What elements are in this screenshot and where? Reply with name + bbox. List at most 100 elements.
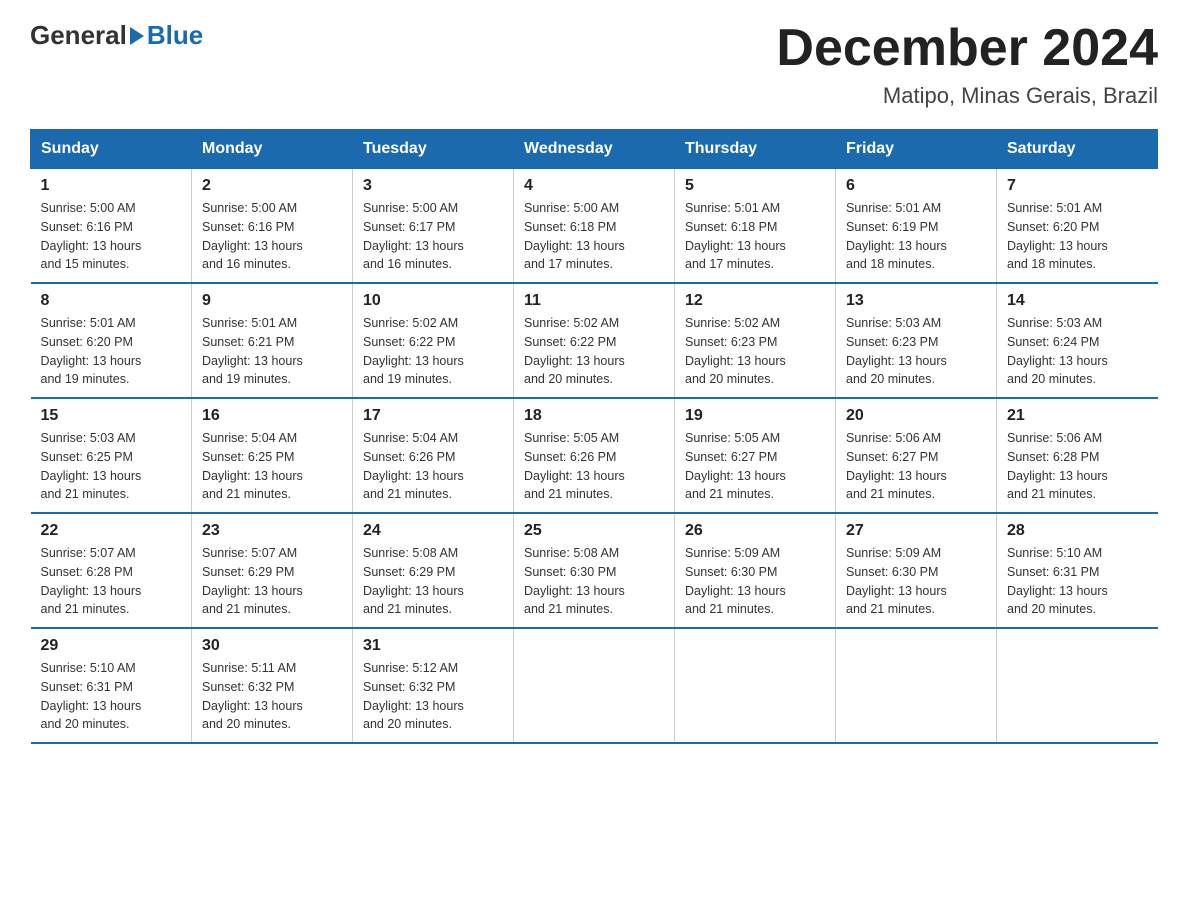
day-info: Sunrise: 5:06 AMSunset: 6:28 PMDaylight:… [1007, 429, 1148, 504]
calendar-table: SundayMondayTuesdayWednesdayThursdayFrid… [30, 129, 1158, 744]
calendar-cell: 6Sunrise: 5:01 AMSunset: 6:19 PMDaylight… [836, 169, 997, 284]
header-day-sunday: Sunday [31, 130, 192, 169]
day-number: 4 [524, 177, 664, 195]
day-info: Sunrise: 5:00 AMSunset: 6:16 PMDaylight:… [41, 199, 182, 274]
day-info: Sunrise: 5:01 AMSunset: 6:19 PMDaylight:… [846, 199, 986, 274]
calendar-cell: 20Sunrise: 5:06 AMSunset: 6:27 PMDayligh… [836, 398, 997, 513]
day-number: 30 [202, 637, 342, 655]
day-info: Sunrise: 5:09 AMSunset: 6:30 PMDaylight:… [685, 544, 825, 619]
calendar-cell: 4 Sunrise: 5:00 AMSunset: 6:18 PMDaylight… [514, 169, 675, 284]
logo-triangle-icon [130, 27, 144, 45]
title-section: December 2024 Matipo, Minas Gerais, Braz… [776, 20, 1158, 109]
day-number: 21 [1007, 407, 1148, 425]
calendar-cell: 25Sunrise: 5:08 AMSunset: 6:30 PMDayligh… [514, 513, 675, 628]
day-info: Sunrise: 5:10 AMSunset: 6:31 PMDaylight:… [41, 659, 182, 734]
calendar-cell: 5 Sunrise: 5:01 AMSunset: 6:18 PMDaylight… [675, 169, 836, 284]
day-number: 1 [41, 177, 182, 195]
day-number: 18 [524, 407, 664, 425]
day-info: Sunrise: 5:08 AMSunset: 6:29 PMDaylight:… [363, 544, 503, 619]
day-info: Sunrise: 5:03 AMSunset: 6:25 PMDaylight:… [41, 429, 182, 504]
calendar-week-row: 22 Sunrise: 5:07 AMSunset: 6:28 PMDayligh… [31, 513, 1158, 628]
day-number: 5 [685, 177, 825, 195]
calendar-title: December 2024 [776, 20, 1158, 77]
calendar-week-row: 29 Sunrise: 5:10 AMSunset: 6:31 PMDayligh… [31, 628, 1158, 743]
day-number: 14 [1007, 292, 1148, 310]
day-number: 8 [41, 292, 182, 310]
calendar-cell: 28 Sunrise: 5:10 AMSunset: 6:31 PMDayligh… [997, 513, 1158, 628]
calendar-cell [997, 628, 1158, 743]
calendar-cell: 8 Sunrise: 5:01 AMSunset: 6:20 PMDaylight… [31, 283, 192, 398]
day-info: Sunrise: 5:00 AMSunset: 6:16 PMDaylight:… [202, 199, 342, 274]
day-number: 2 [202, 177, 342, 195]
logo-blue-text: Blue [147, 20, 203, 51]
day-info: Sunrise: 5:00 AMSunset: 6:17 PMDaylight:… [363, 199, 503, 274]
calendar-cell: 11 Sunrise: 5:02 AMSunset: 6:22 PMDayligh… [514, 283, 675, 398]
page-header: General Blue December 2024 Matipo, Minas… [30, 20, 1158, 109]
day-number: 12 [685, 292, 825, 310]
day-info: Sunrise: 5:01 AMSunset: 6:20 PMDaylight:… [1007, 199, 1148, 274]
day-info: Sunrise: 5:04 AMSunset: 6:25 PMDaylight:… [202, 429, 342, 504]
day-info: Sunrise: 5:11 AMSunset: 6:32 PMDaylight:… [202, 659, 342, 734]
day-info: Sunrise: 5:12 AMSunset: 6:32 PMDaylight:… [363, 659, 503, 734]
day-number: 22 [41, 522, 182, 540]
day-info: Sunrise: 5:09 AMSunset: 6:30 PMDaylight:… [846, 544, 986, 619]
header-day-saturday: Saturday [997, 130, 1158, 169]
calendar-cell: 1 Sunrise: 5:00 AMSunset: 6:16 PMDaylight… [31, 169, 192, 284]
day-number: 29 [41, 637, 182, 655]
header-day-friday: Friday [836, 130, 997, 169]
header-day-tuesday: Tuesday [353, 130, 514, 169]
day-info: Sunrise: 5:01 AMSunset: 6:18 PMDaylight:… [685, 199, 825, 274]
day-info: Sunrise: 5:07 AMSunset: 6:28 PMDaylight:… [41, 544, 182, 619]
day-number: 17 [363, 407, 503, 425]
header-day-monday: Monday [192, 130, 353, 169]
calendar-header-row: SundayMondayTuesdayWednesdayThursdayFrid… [31, 130, 1158, 169]
day-number: 9 [202, 292, 342, 310]
day-info: Sunrise: 5:08 AMSunset: 6:30 PMDaylight:… [524, 544, 664, 619]
calendar-subtitle: Matipo, Minas Gerais, Brazil [776, 83, 1158, 109]
day-info: Sunrise: 5:10 AMSunset: 6:31 PMDaylight:… [1007, 544, 1148, 619]
day-number: 11 [524, 292, 664, 310]
day-info: Sunrise: 5:01 AMSunset: 6:21 PMDaylight:… [202, 314, 342, 389]
day-info: Sunrise: 5:04 AMSunset: 6:26 PMDaylight:… [363, 429, 503, 504]
logo-general-text: General [30, 20, 127, 51]
day-info: Sunrise: 5:03 AMSunset: 6:24 PMDaylight:… [1007, 314, 1148, 389]
calendar-cell: 31 Sunrise: 5:12 AMSunset: 6:32 PMDayligh… [353, 628, 514, 743]
calendar-cell: 18Sunrise: 5:05 AMSunset: 6:26 PMDayligh… [514, 398, 675, 513]
day-info: Sunrise: 5:03 AMSunset: 6:23 PMDaylight:… [846, 314, 986, 389]
day-number: 10 [363, 292, 503, 310]
calendar-cell: 22 Sunrise: 5:07 AMSunset: 6:28 PMDayligh… [31, 513, 192, 628]
calendar-cell: 24 Sunrise: 5:08 AMSunset: 6:29 PMDayligh… [353, 513, 514, 628]
day-info: Sunrise: 5:07 AMSunset: 6:29 PMDaylight:… [202, 544, 342, 619]
calendar-cell: 29 Sunrise: 5:10 AMSunset: 6:31 PMDayligh… [31, 628, 192, 743]
logo: General Blue [30, 20, 203, 51]
calendar-cell: 17 Sunrise: 5:04 AMSunset: 6:26 PMDayligh… [353, 398, 514, 513]
calendar-cell: 26 Sunrise: 5:09 AMSunset: 6:30 PMDayligh… [675, 513, 836, 628]
calendar-cell: 10Sunrise: 5:02 AMSunset: 6:22 PMDayligh… [353, 283, 514, 398]
day-number: 26 [685, 522, 825, 540]
day-number: 16 [202, 407, 342, 425]
calendar-week-row: 8 Sunrise: 5:01 AMSunset: 6:20 PMDaylight… [31, 283, 1158, 398]
day-number: 28 [1007, 522, 1148, 540]
calendar-cell: 23 Sunrise: 5:07 AMSunset: 6:29 PMDayligh… [192, 513, 353, 628]
day-number: 15 [41, 407, 182, 425]
calendar-cell: 27 Sunrise: 5:09 AMSunset: 6:30 PMDayligh… [836, 513, 997, 628]
day-info: Sunrise: 5:02 AMSunset: 6:23 PMDaylight:… [685, 314, 825, 389]
calendar-cell: 19Sunrise: 5:05 AMSunset: 6:27 PMDayligh… [675, 398, 836, 513]
calendar-cell: 3Sunrise: 5:00 AMSunset: 6:17 PMDaylight… [353, 169, 514, 284]
day-number: 7 [1007, 177, 1148, 195]
calendar-cell: 7 Sunrise: 5:01 AMSunset: 6:20 PMDaylight… [997, 169, 1158, 284]
day-number: 24 [363, 522, 503, 540]
day-number: 31 [363, 637, 503, 655]
calendar-cell: 21 Sunrise: 5:06 AMSunset: 6:28 PMDayligh… [997, 398, 1158, 513]
day-info: Sunrise: 5:01 AMSunset: 6:20 PMDaylight:… [41, 314, 182, 389]
day-info: Sunrise: 5:06 AMSunset: 6:27 PMDaylight:… [846, 429, 986, 504]
calendar-cell: 16 Sunrise: 5:04 AMSunset: 6:25 PMDayligh… [192, 398, 353, 513]
day-info: Sunrise: 5:00 AMSunset: 6:18 PMDaylight:… [524, 199, 664, 274]
calendar-cell: 15 Sunrise: 5:03 AMSunset: 6:25 PMDayligh… [31, 398, 192, 513]
calendar-cell [675, 628, 836, 743]
day-number: 27 [846, 522, 986, 540]
day-info: Sunrise: 5:02 AMSunset: 6:22 PMDaylight:… [524, 314, 664, 389]
calendar-cell [514, 628, 675, 743]
calendar-cell: 12 Sunrise: 5:02 AMSunset: 6:23 PMDayligh… [675, 283, 836, 398]
day-number: 23 [202, 522, 342, 540]
